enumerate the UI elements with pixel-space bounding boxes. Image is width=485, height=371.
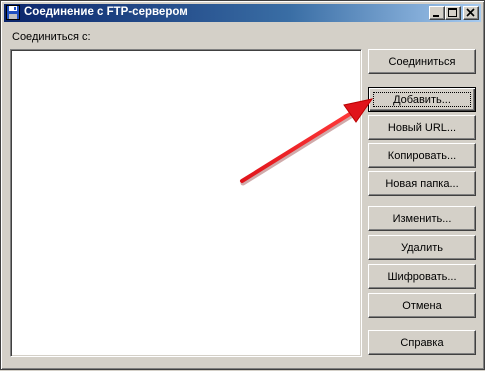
close-icon (466, 8, 475, 17)
delete-button[interactable]: Удалить (368, 235, 476, 260)
close-button[interactable] (463, 6, 479, 20)
title-bar[interactable]: Соединение с FTP-сервером (4, 4, 481, 22)
new-url-button[interactable]: Новый URL... (368, 115, 476, 140)
server-list[interactable] (10, 49, 362, 357)
connect-to-label: Соединиться с: (12, 31, 91, 43)
minimize-button[interactable] (429, 6, 445, 20)
connect-button[interactable]: Соединиться (368, 49, 476, 74)
floppy-disk-icon (6, 5, 20, 20)
minimize-icon (433, 15, 439, 17)
cancel-button[interactable]: Отмена (368, 293, 476, 318)
edit-button[interactable]: Изменить... (368, 206, 476, 231)
maximize-button[interactable] (445, 6, 461, 20)
new-folder-button[interactable]: Новая папка... (368, 171, 476, 196)
maximize-icon (448, 8, 457, 17)
window-title: Соединение с FTP-сервером (24, 6, 188, 18)
help-button[interactable]: Справка (368, 330, 476, 355)
encrypt-button[interactable]: Шифровать... (368, 264, 476, 289)
add-button[interactable]: Добавить... (368, 87, 476, 112)
copy-button[interactable]: Копировать... (368, 143, 476, 168)
ftp-connect-dialog: Соединение с FTP-сервером Соединиться с:… (0, 0, 485, 370)
